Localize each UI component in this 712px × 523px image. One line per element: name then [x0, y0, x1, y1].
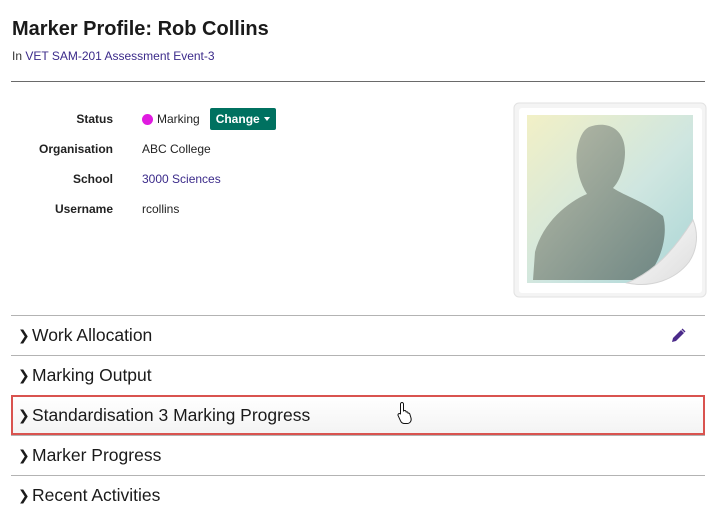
status-dot-icon [142, 113, 153, 125]
status-row: Status Marking Change [11, 104, 331, 134]
chevron-right-icon: ❯ [18, 367, 30, 383]
avatar-silhouette-icon [513, 102, 707, 298]
section-label: Work Allocation [32, 325, 153, 345]
username-label: Username [54, 202, 113, 216]
avatar [513, 102, 707, 298]
section-marker-progress[interactable]: ❯ Marker Progress [11, 435, 705, 475]
status-label: Status [76, 112, 113, 126]
page-title: Marker Profile: Rob Collins [12, 18, 269, 40]
school-link[interactable]: 3000 Sciences [142, 172, 221, 186]
chevron-right-icon: ❯ [18, 447, 30, 463]
status-text: Marking [157, 112, 200, 126]
caret-down-icon [263, 117, 270, 121]
section-label: Recent Activities [32, 485, 161, 505]
assessment-event-link[interactable]: VET SAM-201 Assessment Event-3 [25, 49, 214, 63]
section-label: Standardisation 3 Marking Progress [32, 405, 311, 425]
change-button-label: Change [215, 112, 260, 126]
chevron-right-icon: ❯ [18, 327, 30, 343]
organisation-label: Organisation [38, 142, 113, 156]
profile-details: Status Marking Change Organisation ABC C… [11, 104, 331, 224]
username-value: rcollins [142, 202, 180, 216]
section-label: Marking Output [32, 365, 152, 385]
username-row: Username rcollins [11, 194, 331, 224]
school-label: School [72, 172, 113, 186]
organisation-value: ABC College [142, 142, 211, 156]
hand-pointer-icon [397, 401, 412, 424]
school-row: School 3000 Sciences [11, 164, 331, 194]
chevron-right-icon: ❯ [18, 407, 30, 423]
section-standardisation-marking-progress[interactable]: ❯ Standardisation 3 Marking Progress [11, 395, 705, 435]
context-prefix: In [12, 49, 23, 63]
status-value: Marking Change [142, 108, 276, 130]
assessment-context: In VET SAM-201 Assessment Event-3 [12, 49, 215, 63]
profile-sections: ❯ Work Allocation ❯ Marking Output ❯ Sta… [11, 315, 705, 515]
section-label: Marker Progress [32, 445, 162, 465]
change-status-button[interactable]: Change [209, 108, 276, 130]
section-marking-output[interactable]: ❯ Marking Output [11, 355, 705, 395]
pencil-icon[interactable] [669, 327, 687, 345]
chevron-right-icon: ❯ [18, 487, 30, 503]
section-recent-activities[interactable]: ❯ Recent Activities [11, 475, 705, 515]
section-work-allocation[interactable]: ❯ Work Allocation [11, 315, 705, 355]
organisation-row: Organisation ABC College [11, 134, 331, 164]
header-divider [11, 81, 705, 82]
